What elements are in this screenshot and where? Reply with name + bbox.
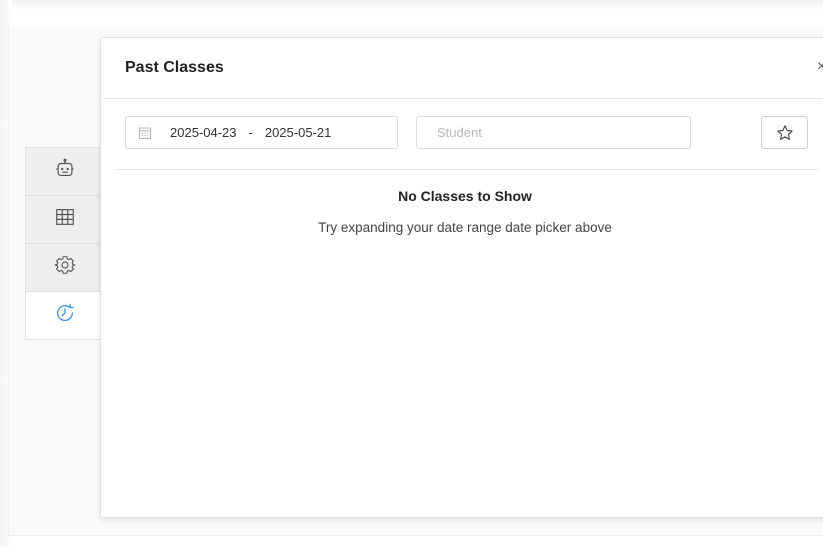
robot-icon: [54, 158, 76, 185]
favorite-button[interactable]: [761, 116, 808, 149]
side-tab-robot[interactable]: [26, 148, 103, 196]
calendar-icon: [138, 126, 170, 140]
panel-title: Past Classes: [125, 59, 224, 76]
close-button[interactable]: ×: [817, 58, 823, 76]
empty-state-message: Try expanding your date range date picke…: [318, 220, 612, 235]
grid-icon: [54, 206, 76, 233]
page-backdrop-top: [0, 0, 823, 10]
date-range-end[interactable]: 2025-05-21: [265, 125, 332, 140]
side-tab-grid[interactable]: [26, 196, 103, 244]
panel-header: Past Classes: [101, 38, 823, 99]
student-search-input[interactable]: [416, 116, 691, 149]
filter-divider: [116, 169, 818, 170]
star-icon: [776, 124, 794, 142]
history-icon: [54, 302, 76, 329]
date-range-picker[interactable]: 2025-04-23 - 2025-05-21: [125, 116, 398, 149]
side-tab-settings[interactable]: [26, 244, 103, 292]
side-tab-history[interactable]: [26, 292, 103, 339]
side-tab-bar: [25, 147, 103, 340]
date-range-start[interactable]: 2025-04-23: [170, 125, 237, 140]
filter-bar: 2025-04-23 - 2025-05-21: [101, 99, 823, 171]
gear-icon: [54, 254, 76, 281]
past-classes-panel: Past Classes × 2025-04-23 - 2025-05-21: [100, 37, 823, 518]
date-range-separator: -: [248, 125, 253, 140]
empty-state-title: No Classes to Show: [398, 188, 532, 204]
